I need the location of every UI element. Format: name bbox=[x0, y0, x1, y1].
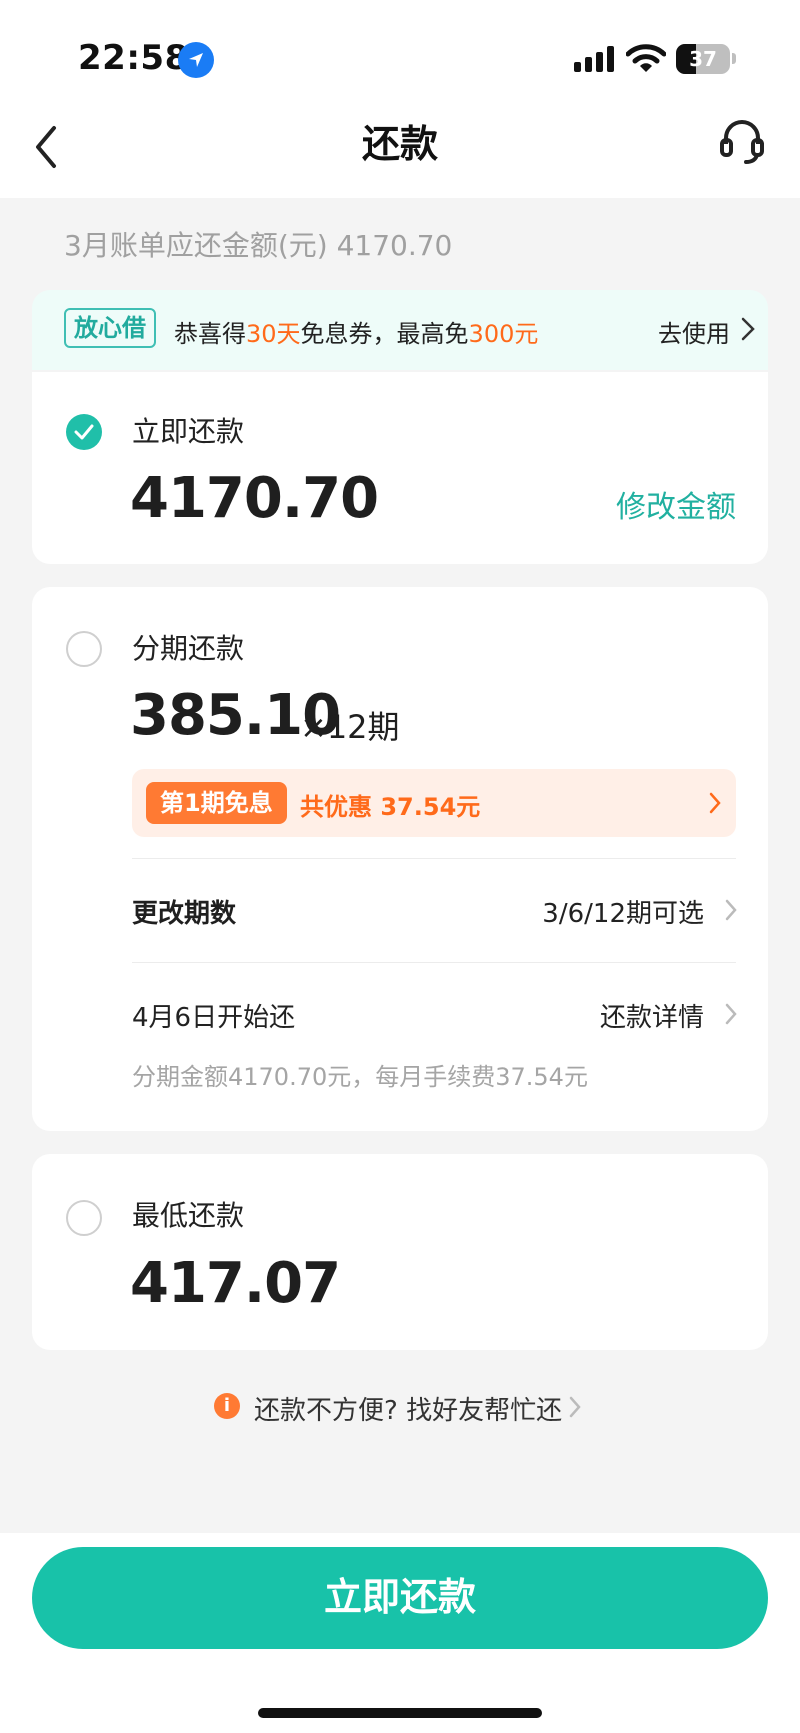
battery-cap bbox=[732, 53, 736, 64]
status-bar: 22:58 37 bbox=[0, 0, 800, 100]
wifi-icon bbox=[626, 44, 666, 72]
modify-amount-link[interactable]: 修改金额 bbox=[616, 482, 736, 526]
chevron-right-icon bbox=[725, 1003, 737, 1025]
signal-icon bbox=[574, 46, 616, 72]
option-minimum[interactable]: 最低还款 417.07 bbox=[32, 1154, 768, 1350]
home-indicator bbox=[258, 1708, 542, 1718]
change-term-label[interactable]: 更改期数 bbox=[132, 893, 236, 930]
page-title: 还款 bbox=[361, 122, 438, 166]
promo-highlight-amount: 300元 bbox=[468, 320, 539, 348]
promo-text-1: 恭喜得 bbox=[174, 320, 246, 348]
discount-text: 共优惠 37.54元 bbox=[300, 793, 481, 821]
option-label: 立即还款 bbox=[132, 415, 245, 448]
change-term-value[interactable]: 3/6/12期可选 bbox=[542, 893, 704, 930]
start-date-label: 4月6日开始还 bbox=[132, 1003, 296, 1033]
radio-checked-icon[interactable] bbox=[66, 414, 102, 450]
repayment-detail-link[interactable]: 还款详情 bbox=[600, 997, 704, 1034]
bill-summary: 3月账单应还金额(元) 4170.70 bbox=[64, 229, 453, 262]
chevron-right-icon bbox=[725, 899, 737, 921]
location-icon bbox=[178, 42, 214, 78]
option-immediate[interactable]: 立即还款 4170.70 修改金额 bbox=[32, 372, 768, 564]
radio-unchecked-icon[interactable] bbox=[66, 1200, 102, 1236]
battery-icon: 37 bbox=[676, 44, 730, 74]
option-installment[interactable]: 分期还款 385.10 ×12期 第1期免息 共优惠 37.54元 更改期数 3… bbox=[32, 587, 768, 1131]
radio-unchecked-icon[interactable] bbox=[66, 631, 102, 667]
chevron-right-icon bbox=[569, 1396, 581, 1418]
header: 22:58 37 还款 bbox=[0, 0, 800, 198]
battery-level: 37 bbox=[689, 47, 717, 71]
pay-now-button[interactable]: 立即还款 bbox=[32, 1547, 768, 1649]
discount-tag: 第1期免息 bbox=[146, 782, 287, 824]
option-amount: 4170.70 bbox=[130, 466, 379, 531]
promo-highlight-days: 30天 bbox=[246, 320, 301, 348]
option-label: 最低还款 bbox=[132, 1199, 245, 1232]
chevron-right-icon bbox=[709, 792, 721, 814]
headset-icon[interactable] bbox=[718, 116, 766, 168]
status-time: 22:58 bbox=[78, 38, 189, 78]
info-icon: i bbox=[214, 1393, 240, 1419]
chevron-right-icon bbox=[741, 317, 755, 341]
promo-use-link[interactable]: 去使用 bbox=[658, 314, 730, 349]
friend-help-link[interactable]: i 还款不方便? 找好友帮忙还 bbox=[0, 1389, 800, 1429]
option-amount: 417.07 bbox=[130, 1251, 341, 1316]
help-text: 还款不方便? 找好友帮忙还 bbox=[254, 1396, 563, 1426]
divider bbox=[132, 962, 736, 963]
promo-banner[interactable]: 放心借 恭喜得30天免息券，最高免300元 去使用 bbox=[32, 290, 768, 370]
divider bbox=[132, 858, 736, 859]
promo-text-2: 免息券，最高免 bbox=[300, 320, 469, 348]
footer: 立即还款 bbox=[0, 1533, 800, 1733]
promo-tag: 放心借 bbox=[64, 308, 156, 348]
installment-term: ×12期 bbox=[300, 708, 400, 746]
discount-banner[interactable]: 第1期免息 共优惠 37.54元 bbox=[132, 769, 736, 837]
option-label: 分期还款 bbox=[132, 632, 245, 665]
installment-note: 分期金额4170.70元，每月手续费37.54元 bbox=[132, 1063, 588, 1091]
promo-text: 恭喜得30天免息券，最高免300元 bbox=[174, 314, 538, 349]
